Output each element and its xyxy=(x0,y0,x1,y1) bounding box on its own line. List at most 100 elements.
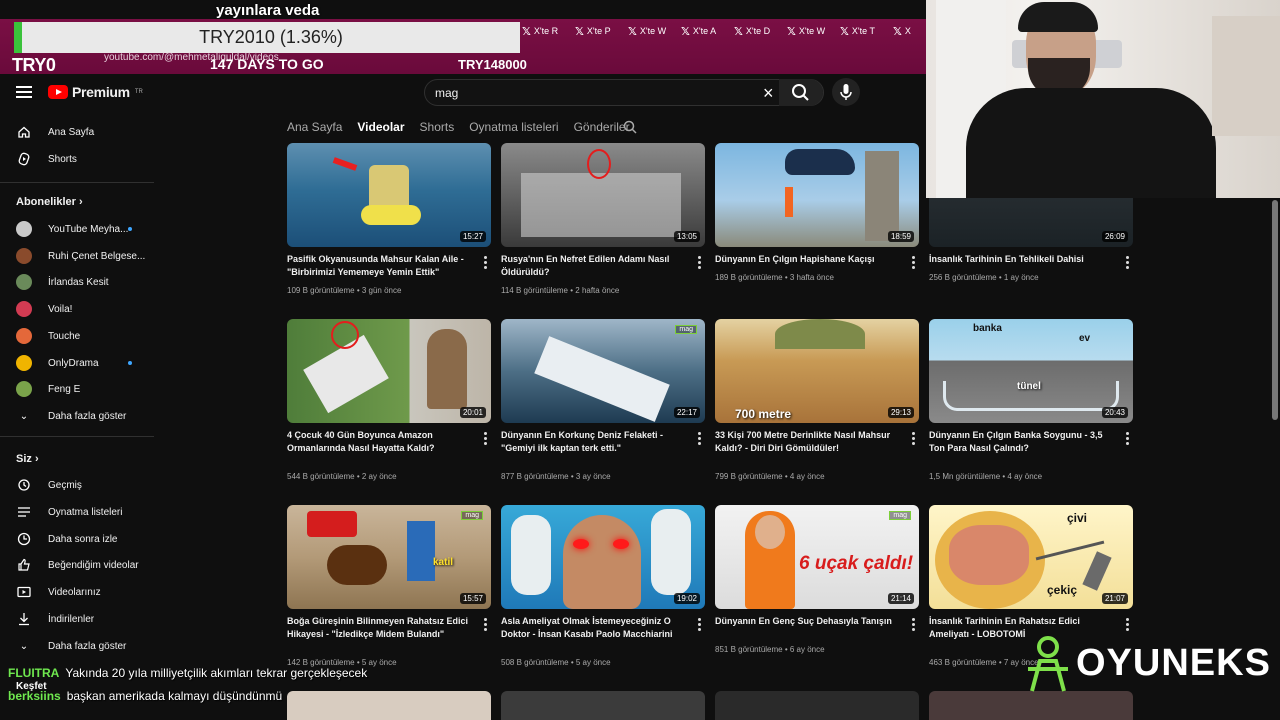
sidebar-item-history[interactable]: Geçmiş xyxy=(16,474,82,496)
subscription-item[interactable]: YouTube Meyha... xyxy=(16,218,132,240)
video-thumbnail[interactable] xyxy=(929,691,1133,720)
video-menu-icon[interactable] xyxy=(912,256,915,271)
scrollbar-thumb[interactable] xyxy=(1272,200,1278,420)
video-thumbnail[interactable]: 13:05 xyxy=(501,143,705,247)
video-thumbnail[interactable]: 6 uçak çaldı! mag 21:14 xyxy=(715,505,919,609)
video-title[interactable]: Dünyanın En Çılgın Hapishane Kaçışı xyxy=(715,253,901,266)
subscription-item[interactable]: OnlyDrama xyxy=(16,352,132,374)
search-box[interactable]: mag × xyxy=(424,79,824,106)
duration-badge: 29:13 xyxy=(887,407,914,418)
video-menu-icon[interactable] xyxy=(1126,432,1129,447)
video-title[interactable]: Dünyanın En Korkunç Deniz Felaketi - "Ge… xyxy=(501,429,687,455)
duration-badge: 21:14 xyxy=(887,593,914,604)
video-card[interactable]: 18:59 Dünyanın En Çılgın Hapishane Kaçış… xyxy=(715,143,919,282)
tab-videos[interactable]: Videolar xyxy=(357,120,404,134)
tab-home[interactable]: Ana Sayfa xyxy=(287,120,342,134)
browser-tab[interactable]: 𝕏 X'te A xyxy=(681,22,728,40)
tab-shorts[interactable]: Shorts xyxy=(420,120,455,134)
video-menu-icon[interactable] xyxy=(698,618,701,633)
video-title[interactable]: 33 Kişi 700 Metre Derinlikte Nasıl Mahsu… xyxy=(715,429,901,455)
video-menu-icon[interactable] xyxy=(1126,618,1129,633)
video-meta: 463 B görüntüleme • 7 ay önce xyxy=(929,658,1039,667)
browser-tab[interactable]: 𝕏 X'te R xyxy=(522,22,569,40)
sidebar-item-your-videos[interactable]: Videolarınız xyxy=(16,581,101,603)
video-thumbnail[interactable] xyxy=(501,691,705,720)
youtube-play-icon xyxy=(48,85,68,99)
video-menu-icon[interactable] xyxy=(484,432,487,447)
clear-icon[interactable]: × xyxy=(763,83,774,104)
search-button[interactable] xyxy=(779,79,823,106)
channel-badge: mag xyxy=(889,511,911,520)
browser-tab[interactable]: 𝕏 X'te T xyxy=(840,22,887,40)
video-title[interactable]: Pasifik Okyanusunda Mahsur Kalan Aile - … xyxy=(287,253,473,279)
sidebar-item-liked[interactable]: Beğendiğim videolar xyxy=(16,554,139,576)
show-more-button[interactable]: ⌄ Daha fazla göster xyxy=(16,405,127,427)
video-thumbnail[interactable]: çivi çekiç 21:07 xyxy=(929,505,1133,609)
video-thumbnail[interactable]: 19:02 xyxy=(501,505,705,609)
subscription-item[interactable]: Touche xyxy=(16,325,80,347)
subscription-item[interactable]: Voila! xyxy=(16,298,72,320)
browser-tab[interactable]: 𝕏 X'te D xyxy=(734,22,781,40)
tab-posts[interactable]: Gönderiler xyxy=(574,120,630,134)
video-card[interactable]: 700 metre 29:13 33 Kişi 700 Metre Derinl… xyxy=(715,319,919,481)
sidebar-item-watch-later[interactable]: Daha sonra izle xyxy=(16,528,117,550)
video-thumbnail[interactable] xyxy=(287,691,491,720)
video-title[interactable]: Rusya'nın En Nefret Edilen Adamı Nasıl Ö… xyxy=(501,253,687,279)
search-input[interactable]: mag xyxy=(435,86,458,100)
browser-tab[interactable]: 𝕏 X'te P xyxy=(575,22,622,40)
video-menu-icon[interactable] xyxy=(912,432,915,447)
video-menu-icon[interactable] xyxy=(484,256,487,271)
subscription-item[interactable]: Feng E xyxy=(16,378,80,400)
sidebar-item-shorts[interactable]: Shorts xyxy=(16,148,77,170)
channel-search-icon[interactable] xyxy=(623,120,637,134)
video-title[interactable]: İnsanlık Tarihinin En Tehlikeli Dahisi xyxy=(929,253,1115,266)
youtube-logo[interactable]: Premium TR xyxy=(48,84,143,100)
video-card[interactable]: mag 22:17 Dünyanın En Korkunç Deniz Fela… xyxy=(501,319,705,481)
video-card[interactable]: banka ev tünel 20:43 Dünyanın En Çılgın … xyxy=(929,319,1133,481)
new-content-dot xyxy=(128,361,132,365)
video-title[interactable]: Dünyanın En Genç Suç Dehasıyla Tanışın xyxy=(715,615,901,628)
subscription-item[interactable]: Ruhi Çenet Belgese... xyxy=(16,245,145,267)
subscription-item[interactable]: İrlandas Kesit xyxy=(16,271,109,293)
yt-header: Premium TR mag × xyxy=(0,74,926,112)
video-menu-icon[interactable] xyxy=(912,618,915,633)
browser-tab[interactable]: 𝕏 X'te W xyxy=(628,22,675,40)
video-thumbnail[interactable]: mag 22:17 xyxy=(501,319,705,423)
video-meta: 114 B görüntüleme • 2 hafta önce xyxy=(501,286,620,295)
video-card[interactable]: çivi çekiç 21:07 İnsanlık Tarihinin En R… xyxy=(929,505,1133,667)
video-menu-icon[interactable] xyxy=(1126,256,1129,271)
video-card[interactable]: 6 uçak çaldı! mag 21:14 Dünyanın En Genç… xyxy=(715,505,919,654)
video-thumbnail[interactable]: 18:59 xyxy=(715,143,919,247)
video-thumbnail[interactable]: 20:01 xyxy=(287,319,491,423)
video-menu-icon[interactable] xyxy=(698,432,701,447)
video-card[interactable]: katil mag 15:57 Boğa Güreşinin Bilinmeye… xyxy=(287,505,491,667)
video-thumbnail[interactable]: 15:27 xyxy=(287,143,491,247)
tab-playlists[interactable]: Oynatma listeleri xyxy=(469,120,558,134)
sidebar-item-downloads[interactable]: İndirilenler xyxy=(16,608,94,630)
voice-search-button[interactable] xyxy=(832,78,860,106)
you-heading[interactable]: Siz › xyxy=(16,453,39,465)
show-more-button[interactable]: ⌄ Daha fazla göster xyxy=(16,635,127,657)
download-icon xyxy=(16,611,32,627)
video-card[interactable]: 20:01 4 Çocuk 40 Gün Boyunca Amazon Orma… xyxy=(287,319,491,481)
sidebar-item-playlists[interactable]: Oynatma listeleri xyxy=(16,501,122,523)
video-thumbnail[interactable]: 700 metre 29:13 xyxy=(715,319,919,423)
video-card[interactable]: 13:05 Rusya'nın En Nefret Edilen Adamı N… xyxy=(501,143,705,295)
video-thumbnail[interactable] xyxy=(715,691,919,720)
video-card[interactable]: 15:27 Pasifik Okyanusunda Mahsur Kalan A… xyxy=(287,143,491,295)
video-title[interactable]: Dünyanın En Çılgın Banka Soygunu - 3,5 T… xyxy=(929,429,1115,455)
browser-tab[interactable]: 𝕏 X'te W xyxy=(787,22,834,40)
chat-message: FLUITRA Yakında 20 yıla milliyetçilik akı… xyxy=(8,666,367,680)
subscriptions-heading[interactable]: Abonelikler › xyxy=(16,196,83,208)
sidebar-item-home[interactable]: Ana Sayfa xyxy=(16,121,94,143)
menu-icon[interactable] xyxy=(16,86,32,98)
video-thumbnail[interactable]: banka ev tünel 20:43 xyxy=(929,319,1133,423)
video-card[interactable]: 19:02 Asla Ameliyat Olmak İstemeyeceğini… xyxy=(501,505,705,667)
counter-left: TRY0 xyxy=(12,55,56,75)
video-title[interactable]: Asla Ameliyat Olmak İstemeyeceğiniz O Do… xyxy=(501,615,687,641)
video-menu-icon[interactable] xyxy=(484,618,487,633)
video-title[interactable]: Boğa Güreşinin Bilinmeyen Rahatsız Edici… xyxy=(287,615,473,641)
video-thumbnail[interactable]: katil mag 15:57 xyxy=(287,505,491,609)
video-title[interactable]: 4 Çocuk 40 Gün Boyunca Amazon Ormanların… xyxy=(287,429,473,455)
video-menu-icon[interactable] xyxy=(698,256,701,271)
